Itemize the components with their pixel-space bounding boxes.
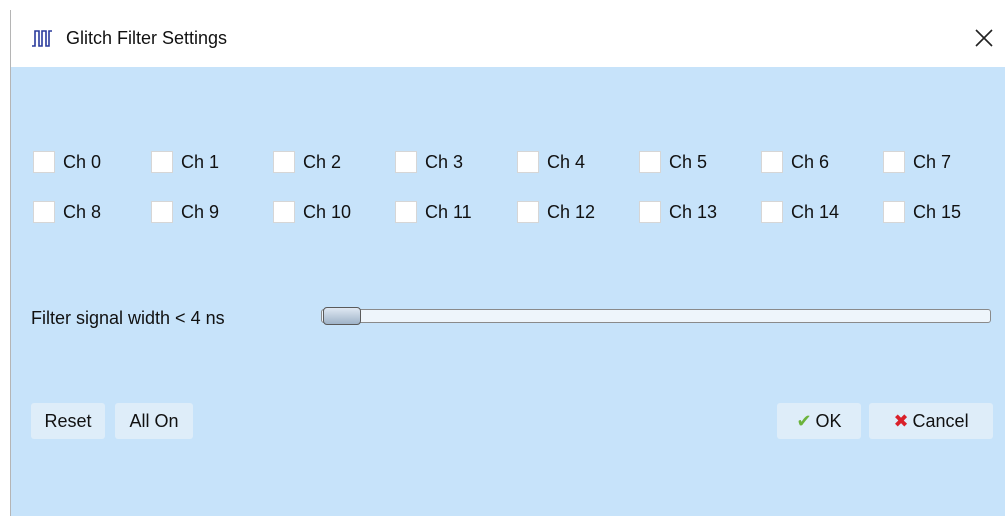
checkbox-box[interactable] xyxy=(273,201,295,223)
channel-label: Ch 9 xyxy=(181,201,220,222)
checkbox-box[interactable] xyxy=(33,201,55,223)
reset-button-label: Reset xyxy=(44,410,92,431)
cross-icon: ✖ xyxy=(893,411,909,431)
all-on-button-label: All On xyxy=(129,410,179,431)
channel-checkbox-15[interactable]: Ch 15 xyxy=(883,199,961,225)
filter-width-slider-thumb[interactable] xyxy=(323,307,361,325)
title-bar: Glitch Filter Settings xyxy=(11,10,1005,67)
checkbox-box[interactable] xyxy=(395,151,417,173)
channel-label: Ch 4 xyxy=(547,151,586,172)
checkbox-box[interactable] xyxy=(273,151,295,173)
channel-checkbox-3[interactable]: Ch 3 xyxy=(395,149,463,175)
checkbox-box[interactable] xyxy=(639,151,661,173)
channel-checkbox-10[interactable]: Ch 10 xyxy=(273,199,351,225)
channel-label: Ch 8 xyxy=(63,201,102,222)
close-icon xyxy=(975,29,993,47)
channel-label: Ch 14 xyxy=(791,201,840,222)
channel-checkbox-8[interactable]: Ch 8 xyxy=(33,199,101,225)
filter-width-label: Filter signal width < 4 ns xyxy=(31,308,225,328)
channel-checkbox-5[interactable]: Ch 5 xyxy=(639,149,707,175)
channel-checkbox-0[interactable]: Ch 0 xyxy=(33,149,101,175)
checkbox-box[interactable] xyxy=(151,151,173,173)
filter-width-slider[interactable] xyxy=(321,309,991,323)
channel-label: Ch 13 xyxy=(669,201,718,222)
channel-checkbox-7[interactable]: Ch 7 xyxy=(883,149,951,175)
checkbox-box[interactable] xyxy=(883,151,905,173)
channel-label: Ch 7 xyxy=(913,151,952,172)
checkbox-box[interactable] xyxy=(639,201,661,223)
channel-label: Ch 11 xyxy=(425,201,472,222)
glitch-filter-dialog: Glitch Filter Settings Ch 0 Ch 1 Ch 2 Ch 3 C… xyxy=(10,10,1005,516)
channel-label: Ch 2 xyxy=(303,151,342,172)
reset-button[interactable]: Reset xyxy=(31,403,105,439)
window-title: Glitch Filter Settings xyxy=(66,28,228,48)
checkbox-box[interactable] xyxy=(883,201,905,223)
all-on-button[interactable]: All On xyxy=(115,403,193,439)
checkbox-box[interactable] xyxy=(151,201,173,223)
ok-button-label: OK xyxy=(815,410,842,431)
channel-checkbox-9[interactable]: Ch 9 xyxy=(151,199,219,225)
channel-checkbox-1[interactable]: Ch 1 xyxy=(151,149,219,175)
checkbox-box[interactable] xyxy=(761,151,783,173)
channel-checkbox-6[interactable]: Ch 6 xyxy=(761,149,829,175)
channel-label: Ch 3 xyxy=(425,151,464,172)
checkbox-box[interactable] xyxy=(517,151,539,173)
checkmark-icon: ✔ xyxy=(796,411,812,431)
pulse-waveform-icon xyxy=(32,30,52,47)
channel-label: Ch 1 xyxy=(181,151,220,172)
channel-label: Ch 15 xyxy=(913,201,962,222)
cancel-button-label: Cancel xyxy=(912,410,969,431)
channel-checkbox-11[interactable]: Ch 11 xyxy=(395,199,472,225)
channel-label: Ch 12 xyxy=(547,201,596,222)
checkbox-box[interactable] xyxy=(33,151,55,173)
checkbox-box[interactable] xyxy=(517,201,539,223)
ok-button[interactable]: ✔ OK xyxy=(777,403,861,439)
channel-label: Ch 6 xyxy=(791,151,830,172)
checkbox-box[interactable] xyxy=(395,201,417,223)
channel-checkbox-2[interactable]: Ch 2 xyxy=(273,149,341,175)
cancel-button[interactable]: ✖ Cancel xyxy=(869,403,993,439)
checkbox-box[interactable] xyxy=(761,201,783,223)
channel-checkbox-13[interactable]: Ch 13 xyxy=(639,199,717,225)
close-button[interactable] xyxy=(966,20,1002,56)
channel-checkbox-4[interactable]: Ch 4 xyxy=(517,149,585,175)
channel-label: Ch 5 xyxy=(669,151,708,172)
channel-checkbox-14[interactable]: Ch 14 xyxy=(761,199,839,225)
channel-label: Ch 0 xyxy=(63,151,102,172)
channel-checkbox-12[interactable]: Ch 12 xyxy=(517,199,595,225)
channel-label: Ch 10 xyxy=(303,201,352,222)
